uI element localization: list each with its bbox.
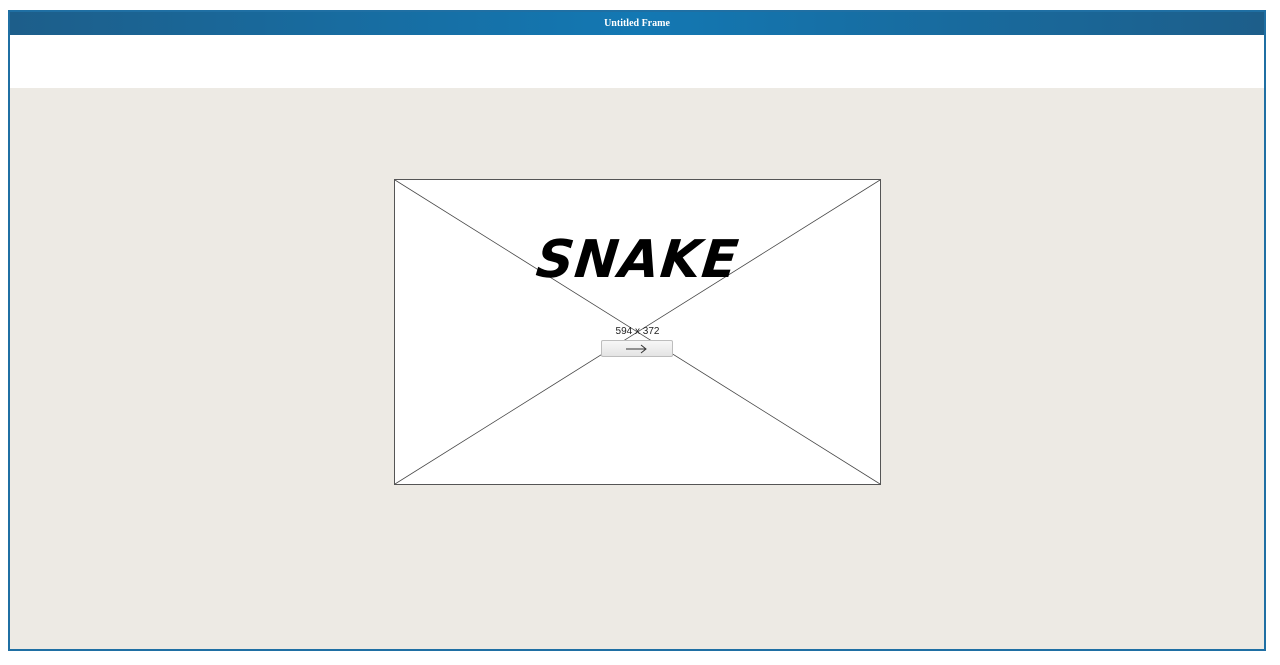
- frame-window: Untitled Frame SNAKE 594 x 372: [8, 10, 1266, 651]
- header-area: [10, 35, 1264, 88]
- next-button[interactable]: [601, 340, 673, 357]
- canvas-area: SNAKE 594 x 372: [10, 88, 1264, 649]
- window-title: Untitled Frame: [10, 12, 1264, 35]
- image-placeholder: SNAKE 594 x 372: [394, 179, 881, 485]
- arrow-right-icon: [626, 344, 647, 353]
- placeholder-dimensions: 594 x 372: [615, 326, 660, 337]
- snake-title: SNAKE: [533, 230, 742, 290]
